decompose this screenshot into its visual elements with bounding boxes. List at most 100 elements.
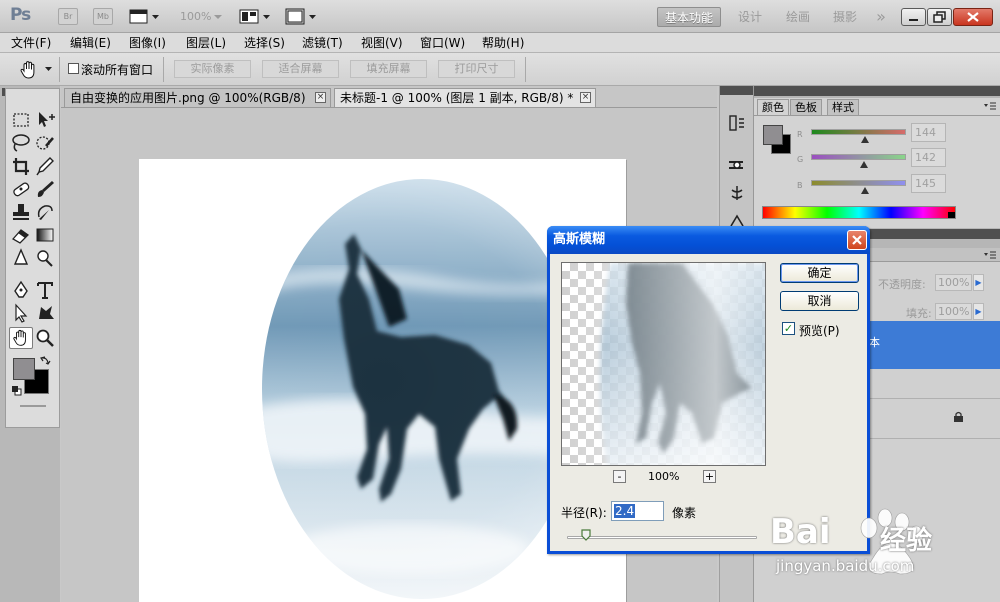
tab-styles[interactable]: 样式	[827, 99, 859, 115]
preview-checkbox[interactable]: ✓	[782, 322, 795, 335]
menu-bar: 文件(F) 编辑(E) 图像(I) 图层(L) 选择(S) 滤镜(T) 视图(V…	[0, 33, 1000, 53]
menu-window[interactable]: 窗口(W)	[420, 35, 465, 51]
move-tool-icon[interactable]	[33, 109, 57, 131]
lasso-tool-icon[interactable]	[9, 132, 33, 154]
opacity-dropdown-button[interactable]: ▶	[973, 274, 984, 291]
ok-button[interactable]: 确定	[780, 263, 859, 283]
document-tab-inactive[interactable]: 自由变换的应用图片.png @ 100%(RGB/8) ×	[64, 88, 331, 107]
view-extras-icon[interactable]	[129, 8, 161, 25]
gradient-tool-icon[interactable]	[33, 224, 57, 246]
panel-menu-icon[interactable]	[983, 102, 997, 111]
document-tab-active[interactable]: 未标题-1 @ 100% (图层 1 副本, RGB/8) * ×	[334, 88, 596, 107]
pen-tool-icon[interactable]	[9, 279, 33, 301]
b-channel-track[interactable]	[811, 180, 906, 186]
quick-mask-button[interactable]	[20, 405, 46, 407]
default-colors-icon[interactable]	[11, 385, 22, 396]
g-channel-thumb[interactable]	[859, 161, 868, 168]
r-channel-track[interactable]	[811, 129, 906, 135]
preview-label: 预览(P)	[799, 324, 840, 338]
toolbox	[5, 88, 60, 428]
print-size-button[interactable]: 打印尺寸	[438, 60, 515, 78]
clone-stamp-tool-icon[interactable]	[9, 201, 33, 223]
b-channel-label: B	[797, 181, 803, 190]
swap-colors-icon[interactable]	[39, 355, 51, 366]
bridge-launch-button[interactable]: Br	[58, 8, 78, 25]
fit-screen-button[interactable]: 适合屏幕	[262, 60, 339, 78]
cancel-button[interactable]: 取消	[780, 291, 859, 311]
screen-mode-icon[interactable]	[285, 8, 319, 25]
path-selection-tool-icon[interactable]	[9, 302, 33, 324]
workspace-painting-button[interactable]: 绘画	[783, 7, 813, 27]
restore-window-button[interactable]	[927, 8, 952, 26]
radius-input[interactable]: 2.4	[611, 501, 664, 521]
workspace-design-button[interactable]: 设计	[735, 7, 765, 27]
marquee-tool-icon[interactable]	[9, 109, 33, 131]
mini-bridge-button[interactable]: Mb	[93, 8, 113, 25]
photoshop-logo: Ps	[10, 5, 31, 25]
scroll-all-windows-checkbox[interactable]	[68, 63, 79, 74]
zoom-dropdown-icon[interactable]	[212, 8, 224, 25]
menu-help[interactable]: 帮助(H)	[482, 35, 524, 51]
quick-selection-tool-icon[interactable]	[33, 132, 57, 154]
color-spectrum-bar[interactable]	[762, 206, 956, 219]
menu-filter[interactable]: 滤镜(T)	[302, 35, 343, 51]
workspace-photography-button[interactable]: 摄影	[830, 7, 860, 27]
lock-icon	[954, 411, 963, 422]
close-tab-icon[interactable]: ×	[315, 92, 326, 103]
minimize-window-button[interactable]	[901, 8, 926, 26]
menu-image[interactable]: 图像(I)	[129, 35, 166, 51]
close-window-button[interactable]	[953, 8, 993, 26]
menu-file[interactable]: 文件(F)	[11, 35, 51, 51]
g-channel-track[interactable]	[811, 154, 906, 160]
r-channel-thumb[interactable]	[860, 136, 869, 143]
dock-header[interactable]	[720, 86, 754, 95]
spectrum-black-swatch[interactable]	[948, 212, 955, 218]
eyedropper-tool-icon[interactable]	[33, 155, 57, 177]
tool-preset-dropdown-icon[interactable]	[44, 65, 53, 73]
opacity-field[interactable]: 100%	[935, 274, 972, 291]
type-tool-icon[interactable]	[33, 279, 57, 301]
dodge-tool-icon[interactable]	[33, 247, 57, 269]
panel-column-header[interactable]	[754, 86, 1000, 96]
actions-panel-icon[interactable]	[727, 156, 747, 174]
zoom-out-button[interactable]: -	[613, 470, 626, 483]
menu-edit[interactable]: 编辑(E)	[70, 35, 111, 51]
tab-swatches[interactable]: 色板	[790, 99, 822, 115]
more-workspaces-button[interactable]: »	[870, 7, 892, 27]
dialog-close-button[interactable]	[847, 230, 867, 250]
healing-brush-tool-icon[interactable]	[9, 178, 33, 200]
radius-slider-track[interactable]	[567, 536, 757, 539]
b-channel-value[interactable]: 145	[911, 174, 946, 193]
hand-tool[interactable]	[9, 327, 33, 349]
filter-preview-pane[interactable]	[561, 262, 766, 466]
close-tab-icon[interactable]: ×	[580, 92, 591, 103]
custom-shape-tool-icon[interactable]	[33, 302, 57, 324]
zoom-in-button[interactable]: +	[703, 470, 716, 483]
layers-panel-menu-icon[interactable]	[983, 251, 997, 260]
menu-view[interactable]: 视图(V)	[361, 35, 403, 51]
crop-tool-icon[interactable]	[9, 155, 33, 177]
fill-field[interactable]: 100%	[935, 303, 972, 320]
fill-screen-button[interactable]: 填充屏幕	[350, 60, 427, 78]
workspace-essentials-button[interactable]: 基本功能	[657, 7, 721, 27]
history-panel-icon[interactable]	[727, 114, 747, 132]
tab-color[interactable]: 颜色	[757, 99, 789, 115]
arrange-documents-icon[interactable]	[239, 8, 273, 25]
channels-panel-icon[interactable]	[727, 184, 747, 202]
g-channel-value[interactable]: 142	[911, 148, 946, 167]
brush-tool-icon[interactable]	[33, 178, 57, 200]
hand-tool-preset-icon[interactable]	[18, 59, 40, 81]
b-channel-thumb[interactable]	[861, 187, 870, 194]
zoom-tool-icon[interactable]	[33, 327, 57, 349]
actual-pixels-button[interactable]: 实际像素	[174, 60, 251, 78]
radius-slider-thumb[interactable]	[581, 529, 591, 541]
radius-value: 2.4	[614, 504, 636, 518]
blur-tool-icon[interactable]	[9, 247, 33, 269]
menu-select[interactable]: 选择(S)	[244, 35, 285, 51]
dialog-title-bar[interactable]: 高斯模糊	[547, 226, 870, 254]
eraser-tool-icon[interactable]	[9, 224, 33, 246]
menu-layer[interactable]: 图层(L)	[186, 35, 226, 51]
fill-dropdown-button[interactable]: ▶	[973, 303, 984, 320]
r-channel-value[interactable]: 144	[911, 123, 946, 142]
history-brush-tool-icon[interactable]	[33, 201, 57, 223]
